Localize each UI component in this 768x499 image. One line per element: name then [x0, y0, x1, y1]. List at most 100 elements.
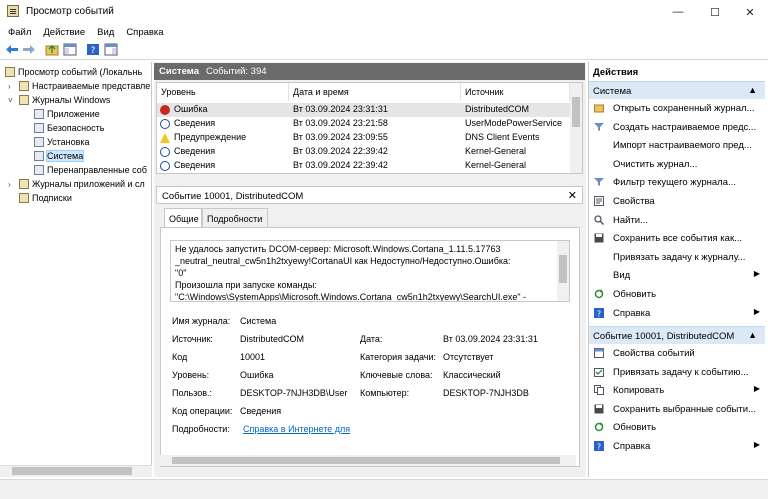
tree-item-forwarded[interactable]: Перенаправленные соб	[34, 163, 147, 176]
action-item[interactable]: Свойства	[592, 192, 764, 210]
menu-action[interactable]: Действие	[43, 27, 85, 38]
title-bar: Просмотр событий — ☐ ✕	[0, 0, 768, 24]
filter-icon	[594, 177, 604, 187]
action-item[interactable]: Сохранить выбранные событи...	[592, 400, 764, 418]
detail-scroll-thumb[interactable]	[172, 457, 560, 464]
action-item[interactable]: Привязать задачу к журналу...	[592, 248, 764, 266]
action-item-label: Обновить	[613, 289, 657, 300]
action-item[interactable]: Сохранить все события как...	[592, 229, 764, 247]
action-item[interactable]: Очистить журнал...	[592, 155, 764, 173]
submenu-arrow-icon: ▶	[753, 269, 760, 279]
tab-general[interactable]: Общие	[164, 208, 202, 228]
save-icon	[594, 404, 604, 414]
help-icon[interactable]: ?	[86, 43, 100, 56]
action-item-label: Копировать	[613, 385, 665, 397]
chevron-down-icon[interactable]: ˅	[8, 96, 13, 105]
tree-item-setup[interactable]: Установка	[34, 135, 90, 148]
column-header-level[interactable]: Уровень	[157, 83, 289, 101]
action-item[interactable]: Вид ▶	[592, 266, 764, 284]
tree-item-apps-services[interactable]: Журналы приложений и сл	[19, 177, 145, 190]
action-item-label: Справка	[613, 441, 651, 452]
action-item[interactable]: ? Справка ▶	[592, 304, 764, 322]
table-row[interactable]: Сведения Вт 03.09.2024 22:39:42 Kernel-G…	[157, 159, 570, 173]
tree-scroll-thumb[interactable]	[12, 467, 132, 475]
menu-view[interactable]: Вид	[97, 27, 114, 38]
maximize-button[interactable]: ☐	[697, 0, 733, 24]
action-item-label: Свойства	[613, 196, 655, 207]
event-count: Событий: 394	[206, 66, 267, 77]
log-name-value: Система	[240, 316, 277, 326]
action-item[interactable]: Свойства событий	[592, 344, 764, 362]
pane-splitter[interactable]	[154, 178, 585, 182]
column-header-source[interactable]: Источник	[461, 83, 570, 101]
computer-label: Компьютер:	[360, 388, 410, 398]
table-row[interactable]: Сведения Вт 03.09.2024 23:21:58 UserMode…	[157, 117, 570, 131]
error-icon	[160, 105, 170, 115]
action-item[interactable]: Открыть сохраненный журнал...	[592, 99, 764, 117]
description-scroll-thumb[interactable]	[559, 255, 567, 283]
tree-item-windows-logs[interactable]: Журналы Windows	[19, 93, 110, 106]
tree-item-custom-views[interactable]: Настраиваемые представле	[19, 79, 150, 92]
action-item[interactable]: Привязать задачу к событию...	[592, 363, 764, 381]
collapse-arrow-icon[interactable]: ▲	[748, 330, 757, 340]
task-category-label: Категория задачи:	[360, 352, 436, 362]
close-icon[interactable]: ✕	[568, 189, 577, 202]
chevron-right-icon[interactable]: ›	[8, 180, 11, 189]
event-properties-icon	[594, 348, 604, 358]
menu-file[interactable]: Файл	[8, 27, 31, 38]
action-item[interactable]: Копировать ▶	[592, 381, 764, 399]
tree-item-system[interactable]: Система	[34, 149, 85, 162]
menu-bar: Файл Действие Вид Справка	[0, 24, 768, 40]
show-hide-action-pane-icon[interactable]	[104, 43, 118, 56]
close-button[interactable]: ✕	[732, 0, 768, 24]
user-label: Пользов.:	[172, 388, 213, 398]
log-header: Система Событий: 394	[154, 63, 585, 80]
tab-details[interactable]: Подробности	[202, 208, 268, 228]
tree-item-subscriptions[interactable]: Подписки	[19, 191, 72, 204]
more-info-link[interactable]: Справка в Интернете для	[243, 424, 350, 434]
log-icon	[34, 108, 44, 119]
more-info-label: Подробности:	[172, 424, 230, 434]
table-row[interactable]: Сведения Вт 03.09.2024 22:39:42 Kernel-G…	[157, 145, 570, 159]
action-item[interactable]: Создать настраиваемое предс...	[592, 118, 764, 136]
chevron-right-icon[interactable]: ›	[8, 82, 11, 91]
event-viewer-app-icon	[7, 5, 19, 17]
tree-item-application[interactable]: Приложение	[34, 107, 100, 120]
table-row[interactable]: Предупреждение Вт 03.09.2024 23:09:55 DN…	[157, 131, 570, 145]
forward-arrow-icon[interactable]	[22, 43, 36, 56]
column-header-datetime[interactable]: Дата и время	[289, 83, 461, 101]
action-item[interactable]: ? Справка ▶	[592, 437, 764, 455]
tree-item-root[interactable]: Просмотр событий (Локальнь	[5, 65, 142, 78]
tree-item-security[interactable]: Безопасность	[34, 121, 104, 134]
action-item[interactable]: Фильтр текущего журнала...	[592, 173, 764, 191]
action-item-label: Фильтр текущего журнала...	[613, 177, 736, 189]
event-list-scroll-thumb[interactable]	[572, 97, 580, 127]
submenu-arrow-icon: ▶	[753, 440, 760, 449]
action-item[interactable]: Обновить	[592, 285, 764, 303]
log-name-label: Имя журнала:	[172, 316, 231, 326]
detail-tabs: Общие Подробности	[160, 208, 580, 228]
log-title: Система	[159, 66, 199, 77]
menu-help[interactable]: Справка	[126, 27, 163, 38]
table-row[interactable]: Ошибка Вт 03.09.2024 23:31:31 Distribute…	[157, 103, 570, 117]
action-item[interactable]: Найти...	[592, 211, 764, 229]
back-arrow-icon[interactable]	[5, 43, 19, 56]
event-description-box[interactable]: Не удалось запустить DCOM-сервер: Micros…	[170, 240, 570, 302]
minimize-button[interactable]: —	[660, 0, 696, 24]
level-value: Ошибка	[240, 370, 274, 380]
collapse-arrow-icon[interactable]: ▲	[748, 85, 757, 95]
action-item[interactable]: Обновить	[592, 418, 764, 436]
up-folder-icon[interactable]	[45, 43, 59, 56]
folder-open-icon	[594, 103, 604, 113]
find-icon	[594, 214, 605, 225]
action-item-label: Вид	[613, 270, 631, 282]
source-value: DistributedCOM	[240, 334, 305, 344]
action-item[interactable]: Импорт настраиваемого пред...	[592, 136, 764, 154]
show-hide-tree-icon[interactable]	[63, 43, 77, 56]
actions-section-event[interactable]: Событие 10001, DistributedCOM ▲	[589, 326, 765, 344]
subscriptions-icon	[19, 192, 29, 203]
actions-section-system[interactable]: Система ▲	[589, 81, 765, 99]
info-icon	[160, 147, 170, 157]
action-item-label: Открыть сохраненный журнал...	[613, 103, 755, 114]
action-item-label: Свойства событий	[613, 348, 695, 359]
